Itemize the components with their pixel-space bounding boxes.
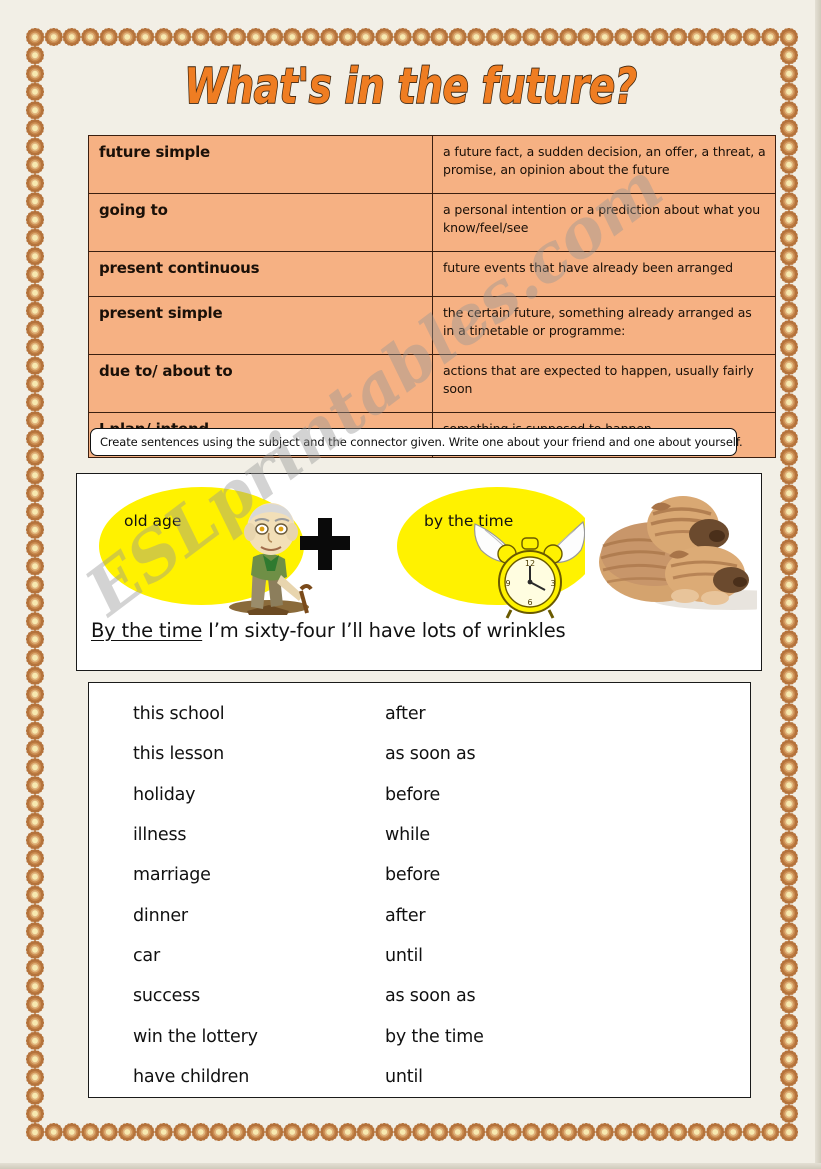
wordlist-connector: as soon as <box>385 986 476 1007</box>
wordlist-subject: this school <box>133 704 225 725</box>
list-item: this school after <box>89 694 750 734</box>
wordlist-connector: before <box>385 865 441 886</box>
wordlist-subject: win the lottery <box>133 1026 258 1047</box>
table-cell-form: present continuous <box>88 251 433 297</box>
table-row: present continuous future events that ha… <box>88 251 776 297</box>
example-sentence-connector: By the time <box>91 619 203 642</box>
svg-text:3: 3 <box>550 579 555 588</box>
wordlist-connector: while <box>385 825 430 846</box>
wordlist-connector: after <box>385 704 426 725</box>
table-cell-form: going to <box>88 193 433 252</box>
future-forms-table: future simple a future fact, a sudden de… <box>88 135 776 458</box>
wordlist-subject: this lesson <box>133 744 224 765</box>
table-cell-use: the certain future, something already ar… <box>432 296 776 355</box>
wordlist-connector: until <box>385 1066 423 1087</box>
winged-alarm-clock-clipart: 12 3 6 9 <box>474 520 586 619</box>
page-edge-right <box>815 0 821 1169</box>
list-item: holiday before <box>89 775 750 815</box>
wordlist-connector: after <box>385 905 426 926</box>
table-cell-use: a personal intention or a prediction abo… <box>432 193 776 252</box>
table-cell-use: a future fact, a sudden decision, an off… <box>432 135 776 194</box>
example-sentence: By the time I’m sixty-four I’ll have lot… <box>91 619 566 642</box>
page-title: What's in the future? <box>184 57 638 116</box>
wordlist-subject: illness <box>133 825 187 846</box>
wordlist-box: this school after this lesson as soon as… <box>88 682 751 1098</box>
wordlist-subject: car <box>133 945 160 966</box>
plus-sign-icon <box>300 518 350 570</box>
table-cell-form: due to/ about to <box>88 354 433 413</box>
list-item: car until <box>89 936 750 976</box>
svg-text:6: 6 <box>527 598 532 607</box>
list-item: win the lottery by the time <box>89 1016 750 1056</box>
list-item: have children until <box>89 1057 750 1097</box>
instruction-text: Create sentences using the subject and t… <box>100 435 743 449</box>
table-cell-form: future simple <box>88 135 433 194</box>
wordlist-subject: dinner <box>133 905 188 926</box>
wordlist-subject: marriage <box>133 865 211 886</box>
svg-text:9: 9 <box>505 579 510 588</box>
instruction-box: Create sentences using the subject and t… <box>90 428 743 456</box>
wordlist-connector: before <box>385 784 441 805</box>
list-item: illness while <box>89 815 750 855</box>
table-cell-form: present simple <box>88 296 433 355</box>
page-edge-bottom <box>0 1163 821 1169</box>
list-item: success as soon as <box>89 976 750 1016</box>
wordlist-subject: success <box>133 986 201 1007</box>
table-row: due to/ about to actions that are expect… <box>88 354 776 413</box>
list-item: this lesson as soon as <box>89 734 750 774</box>
wordlist-subject: holiday <box>133 784 196 805</box>
list-item: marriage before <box>89 855 750 895</box>
wordlist-connector: as soon as <box>385 744 476 765</box>
worksheet-content: What's in the future? future simple a fu… <box>0 0 821 1169</box>
puppies-photo <box>585 488 757 610</box>
table-row: future simple a future fact, a sudden de… <box>88 135 776 194</box>
table-cell-use: future events that have already been arr… <box>432 251 776 297</box>
wordlist-subject: have children <box>133 1066 250 1087</box>
bubble-label-old-age: old age <box>124 512 182 530</box>
table-row: going to a personal intention or a predi… <box>88 193 776 252</box>
table-cell-use: actions that are expected to happen, usu… <box>432 354 776 413</box>
wordlist-connector: until <box>385 945 423 966</box>
list-item: dinner after <box>89 895 750 935</box>
example-sentence-rest: I’m sixty-four I’ll have lots of wrinkle… <box>202 619 566 642</box>
table-row: present simple the certain future, somet… <box>88 296 776 355</box>
wordlist-connector: by the time <box>385 1026 484 1047</box>
example-box: old age by the time 12 3 6 9 By the time… <box>76 473 762 671</box>
